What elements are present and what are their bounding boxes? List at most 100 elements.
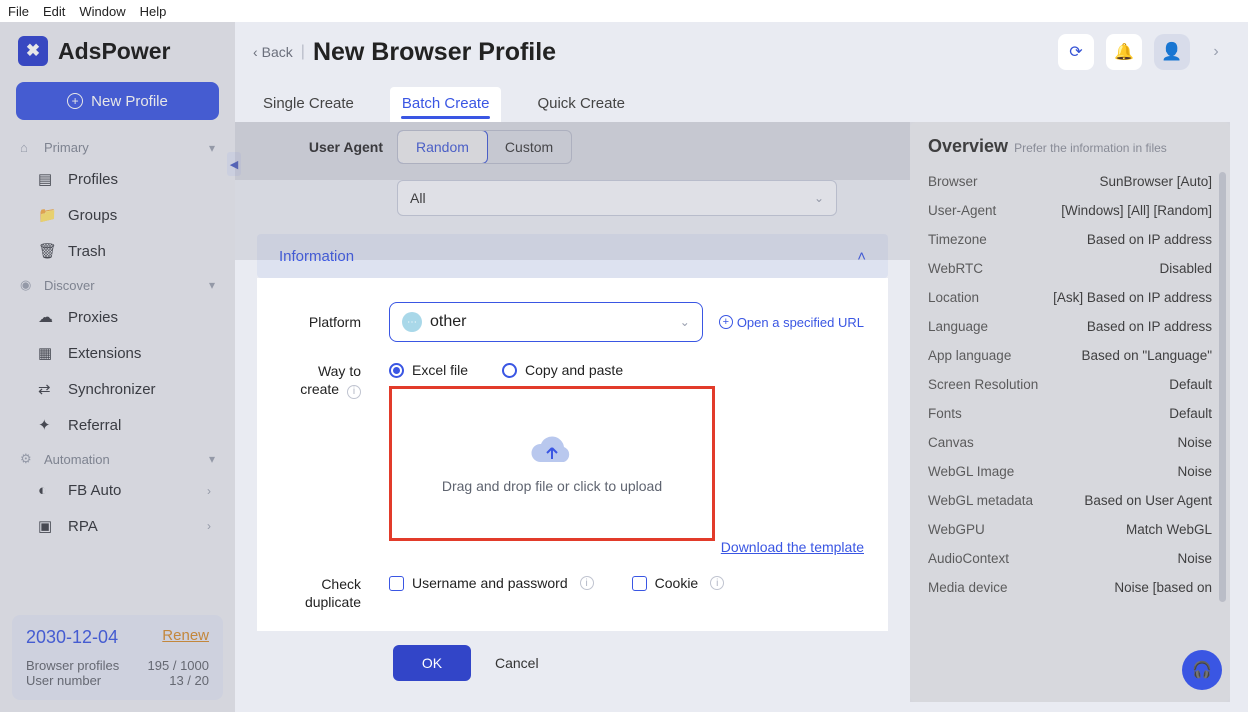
help-icon[interactable]: i [580,576,594,590]
overview-row: App language Based on "Language" [928,341,1212,370]
overview-value: Based on IP address [1087,319,1212,334]
sidebar-item-trash[interactable]: 🗑Trash [6,233,229,269]
sidebar-item-groups[interactable]: 📁Groups [6,197,229,233]
information-accordion[interactable]: Information ˄ [257,234,888,278]
refresh-button[interactable]: ⟳ [1058,34,1094,70]
sidebar-item-extensions[interactable]: ▦Extensions [6,335,229,371]
overview-row: WebGL ImageNoise [928,457,1212,486]
sidebar-item-rpa[interactable]: ▣RPA› [6,508,229,544]
overview-row: LanguageBased on IP address [928,312,1212,341]
cancel-button[interactable]: Cancel [495,655,539,671]
menu-window[interactable]: Window [79,4,125,19]
fb-icon: ◐ [38,482,56,499]
user-agent-label: User Agent [283,139,383,155]
sidebar-item-referral[interactable]: ✦ Referral [6,407,229,443]
help-icon[interactable]: i [710,576,724,590]
platform-select[interactable]: ⋯other ⌄ [389,302,703,342]
tab-single-create[interactable]: Single Create [259,87,358,122]
referral-icon: ✦ [38,416,56,434]
ua-all-dropdown[interactable]: All ⌄ [397,180,837,216]
main: ‹Back | New Browser Profile ⟳ 🔔 👤 › Sing… [235,22,1248,712]
download-template-link[interactable]: Download the template [721,539,864,555]
divider: | [301,43,305,61]
overview-key: App language [928,348,1011,363]
overview-value: [Ask] Based on IP address [1053,290,1212,305]
renew-link[interactable]: Renew [162,627,209,644]
chevron-down-icon: ⌄ [814,191,824,205]
nav-section-primary[interactable]: ⌂ Primary ▾ [6,132,229,161]
notifications-button[interactable]: 🔔 [1106,34,1142,70]
radio-copy-paste[interactable]: Copy and paste [502,362,623,378]
os-menubar: File Edit Window Help [0,0,1248,22]
renew-v: 195 / 1000 [148,658,209,673]
renew-k: User number [26,673,101,688]
nav-section-automation-label: Automation [44,452,110,467]
brand: ✖ AdsPower [0,22,235,74]
chevron-right-icon: › [207,484,211,498]
ua-all-value: All [410,190,426,206]
overview-value: Noise [1177,464,1212,479]
open-specified-url-link[interactable]: +Open a specified URL [719,315,864,330]
sidebar-item-label: Trash [68,243,106,260]
sidebar-item-label: Synchronizer [68,381,156,398]
overview-key: Fonts [928,406,962,421]
overview-row: Screen ResolutionDefault [928,370,1212,399]
plus-circle-icon: + [719,315,733,329]
renew-v: 13 / 20 [169,673,209,688]
rpa-icon: ▣ [38,517,56,535]
overview-key: Location [928,290,979,305]
tab-batch-create[interactable]: Batch Create [390,87,502,122]
radio-excel-file[interactable]: Excel file [389,362,468,378]
overview-value: Based on "Language" [1082,348,1212,363]
upload-text: Drag and drop file or click to upload [442,478,662,494]
overview-row: User-Agent[Windows] [All] [Random] [928,196,1212,225]
home-icon: ⌂ [20,140,36,155]
information-label: Information [279,248,354,265]
menu-file[interactable]: File [8,4,29,19]
plus-icon: + [67,93,83,109]
menu-help[interactable]: Help [140,4,167,19]
checkbox-cookie[interactable]: Cookiei [632,575,725,591]
nav-section-discover[interactable]: ◉Discover ▾ [6,269,229,299]
ok-button[interactable]: OK [393,645,471,681]
back-label: Back [262,44,293,60]
nav-section-automation[interactable]: ⚙Automation ▾ [6,443,229,473]
overview-key: Browser [928,174,978,189]
renew-card: 2030-12-04 Renew Browser profiles195 / 1… [12,615,223,700]
overview-value: Default [1169,406,1212,421]
back-button[interactable]: ‹Back [253,44,293,60]
chevron-down-icon: ▾ [209,141,215,155]
checkbox-username-password[interactable]: Username and passwordi [389,575,594,591]
refresh-icon: ⟳ [1069,42,1082,62]
expand-button[interactable]: › [1202,34,1230,70]
sidebar-item-profiles[interactable]: ▤Profiles [6,161,229,197]
topbar: ‹Back | New Browser Profile ⟳ 🔔 👤 › [235,22,1248,82]
overview-value: Based on IP address [1087,232,1212,247]
help-icon[interactable]: i [347,385,361,399]
compass-icon: ◉ [20,277,36,293]
page-title: New Browser Profile [313,38,556,67]
overview-panel: Overview Prefer the information in files… [910,122,1230,702]
avatar[interactable]: 👤 [1154,34,1190,70]
tab-quick-create[interactable]: Quick Create [533,87,629,122]
sidebar-item-label: Referral [68,417,121,434]
support-fab[interactable]: 🎧 [1182,650,1222,690]
sidebar: ✖ AdsPower + New Profile ◀ ⌂Primary ▾ ▤P… [0,22,235,712]
chevron-up-icon: ˄ [857,248,866,265]
new-profile-button[interactable]: + New Profile [16,82,219,120]
menu-edit[interactable]: Edit [43,4,65,19]
cloud-upload-icon [530,433,574,470]
upload-dropzone[interactable]: Drag and drop file or click to upload [389,386,715,541]
platform-label: Platform [281,313,361,331]
sidebar-item-label: FB Auto [68,482,121,499]
ua-random-button[interactable]: Random [397,130,488,164]
overview-scrollbar[interactable] [1219,172,1226,602]
sidebar-item-fb-auto[interactable]: ◐ FB Auto › [6,473,229,508]
sidebar-item-synchronizer[interactable]: ⇄ Synchronizer [6,371,229,407]
overview-key: AudioContext [928,551,1009,566]
sync-icon: ⇄ [38,380,56,398]
overview-value: Noise [based on [1114,580,1212,595]
ua-custom-button[interactable]: Custom [487,131,571,163]
nav-section-primary-label: Primary [44,140,89,155]
sidebar-item-proxies[interactable]: ☁Proxies [6,299,229,335]
